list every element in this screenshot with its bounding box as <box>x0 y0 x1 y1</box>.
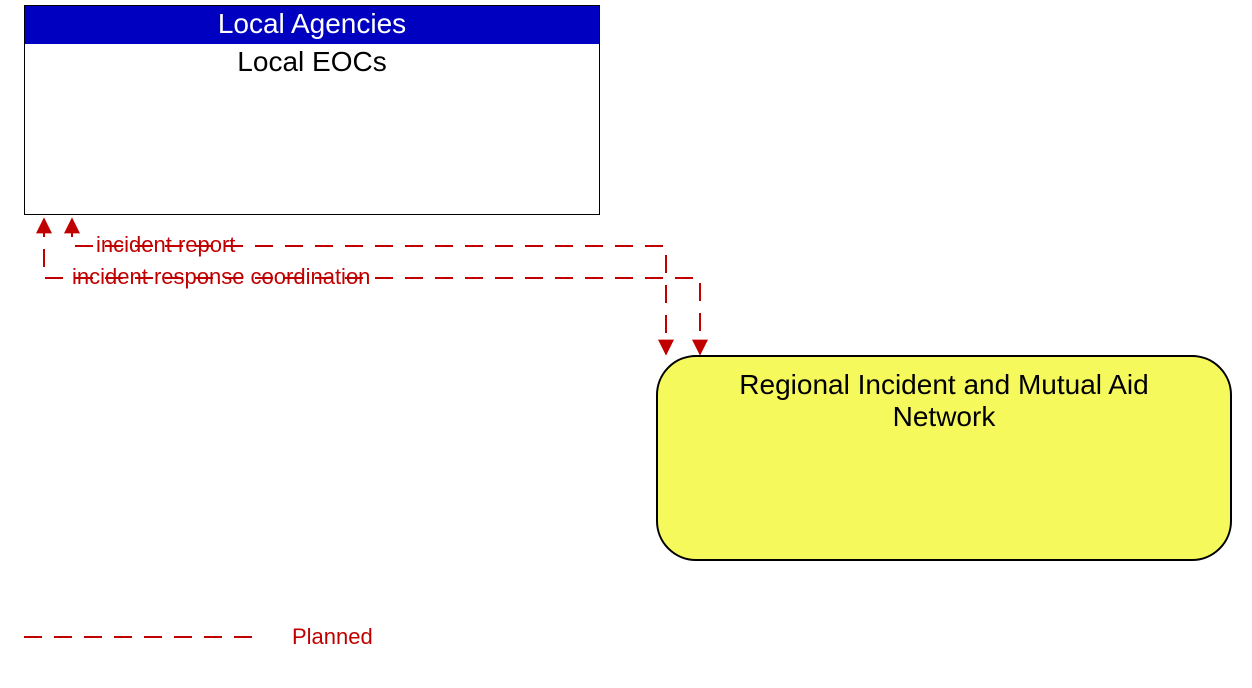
node-local-agencies-header: Local Agencies <box>25 6 599 44</box>
node-regional-line2: Network <box>658 401 1230 433</box>
legend-planned-label: Planned <box>292 624 373 650</box>
node-local-agencies-body: Local EOCs <box>25 44 599 214</box>
node-regional-line1: Regional Incident and Mutual Aid <box>658 369 1230 401</box>
flow-label-incident-report: incident report <box>96 232 235 258</box>
node-local-agencies: Local Agencies Local EOCs <box>24 5 600 215</box>
diagram-canvas: Local Agencies Local EOCs Regional Incid… <box>0 0 1252 688</box>
node-regional-incident-mutual-aid: Regional Incident and Mutual Aid Network <box>656 355 1232 561</box>
flow-label-incident-response-coordination: incident response coordination <box>72 264 370 290</box>
